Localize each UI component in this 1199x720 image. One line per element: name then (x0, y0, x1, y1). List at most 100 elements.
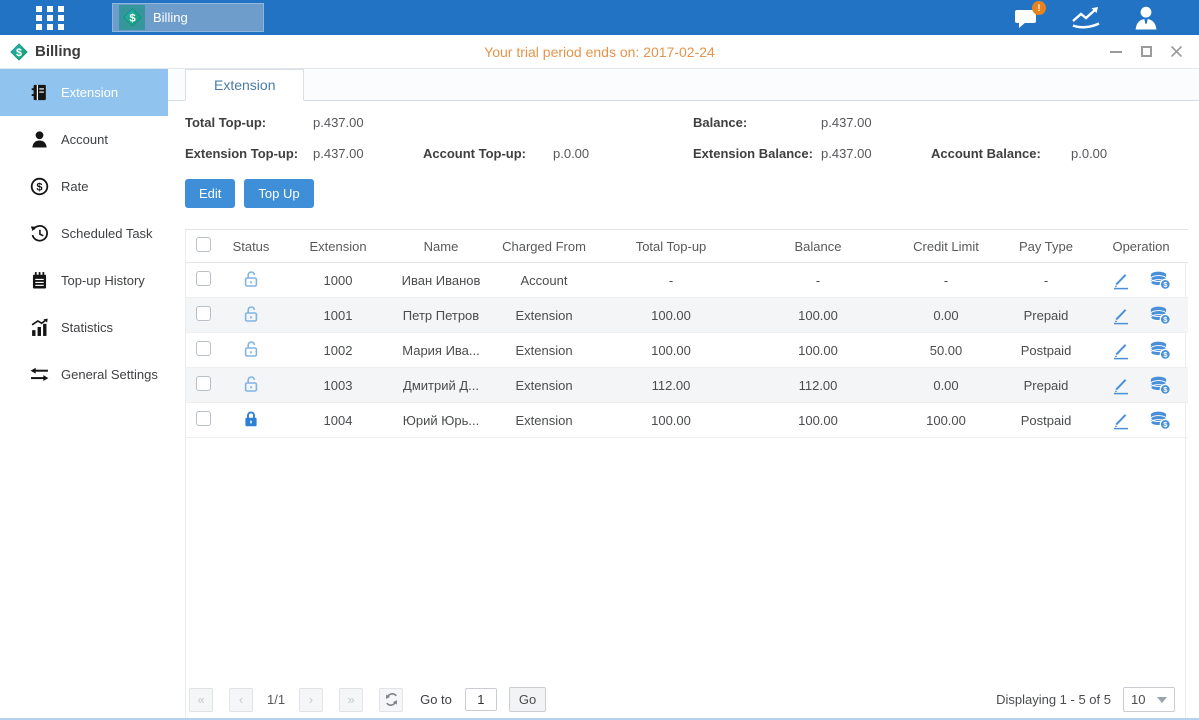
sidebar-item-statistics[interactable]: Statistics (0, 304, 168, 351)
table-row[interactable]: 1002 Мария Ива... Extension 100.00 100.0… (186, 333, 1188, 368)
extension-table: Status Extension Name Charged From Total… (186, 229, 1188, 438)
next-page-button[interactable]: › (299, 688, 323, 712)
table-row[interactable]: 1001 Петр Петров Extension 100.00 100.00… (186, 298, 1188, 333)
col-status: Status (220, 230, 282, 263)
page-size-value: 10 (1131, 692, 1145, 707)
system-topbar: Billing ! (0, 0, 1199, 35)
top-up-coins-icon[interactable] (1149, 375, 1171, 395)
header-select-all[interactable] (186, 230, 220, 263)
chat-button[interactable]: ! (1009, 3, 1043, 33)
first-page-button[interactable]: « (189, 688, 213, 712)
sliders-icon (30, 365, 49, 384)
taskbar-item-label: Billing (153, 10, 188, 25)
main-split: Extension Account $ Rate (0, 69, 1199, 718)
sidebar-item-scheduled-task[interactable]: Scheduled Task (0, 210, 168, 257)
top-up-coins-icon[interactable] (1149, 410, 1171, 430)
window-title-group: Billing (10, 43, 81, 61)
sidebar-item-general-settings[interactable]: General Settings (0, 351, 168, 398)
trial-notice: Your trial period ends on: 2017-02-24 (0, 44, 1199, 60)
balance-value: p.437.00 (821, 115, 931, 130)
cell-extension: 1003 (282, 368, 394, 403)
cell-balance: 100.00 (742, 403, 894, 438)
col-balance: Balance (742, 230, 894, 263)
page-indicator: 1/1 (267, 692, 285, 707)
cell-pay-type: Prepaid (998, 368, 1094, 403)
page-size-select[interactable]: 10 (1123, 687, 1175, 712)
maximize-button[interactable] (1139, 45, 1153, 59)
col-total-topup: Total Top-up (600, 230, 742, 263)
user-account-button[interactable] (1129, 3, 1163, 33)
sidebar-item-rate[interactable]: $ Rate (0, 163, 168, 210)
taskbar-item-billing[interactable]: Billing (112, 3, 264, 32)
table-row[interactable]: 1003 Дмитрий Д... Extension 112.00 112.0… (186, 368, 1188, 403)
sidebar-item-extension[interactable]: Extension (0, 69, 168, 116)
sidebar-item-label: General Settings (61, 367, 158, 382)
edit-pencil-icon[interactable] (1111, 375, 1131, 395)
extension-topup-value: p.437.00 (313, 146, 423, 161)
top-up-coins-icon[interactable] (1149, 305, 1171, 325)
edit-pencil-icon[interactable] (1111, 270, 1131, 290)
cell-credit-limit: 0.00 (894, 298, 998, 333)
col-name: Name (394, 230, 488, 263)
edit-pencil-icon[interactable] (1111, 305, 1131, 325)
top-up-coins-icon[interactable] (1149, 340, 1171, 360)
extension-journal-icon (30, 83, 49, 102)
chevron-down-icon (1157, 697, 1167, 703)
minimize-button[interactable] (1109, 45, 1123, 59)
edit-pencil-icon[interactable] (1111, 410, 1131, 430)
cell-credit-limit: 50.00 (894, 333, 998, 368)
ledger-icon (30, 271, 49, 290)
close-icon (1170, 45, 1183, 58)
pagination-bar: « ‹ 1/1 › » (186, 681, 1185, 718)
sidebar: Extension Account $ Rate (0, 69, 168, 718)
lock-open-icon[interactable] (241, 269, 261, 289)
balance-label: Balance: (693, 115, 821, 130)
edit-pencil-icon[interactable] (1111, 340, 1131, 360)
top-up-coins-icon[interactable] (1149, 270, 1171, 290)
row-checkbox[interactable] (196, 376, 211, 391)
tab-extension[interactable]: Extension (185, 69, 304, 101)
row-checkbox[interactable] (196, 411, 211, 426)
refresh-button[interactable] (379, 688, 403, 712)
sidebar-item-label: Rate (61, 179, 88, 194)
sidebar-item-label: Extension (61, 85, 118, 100)
tab-label: Extension (214, 77, 275, 93)
extension-topup-label: Extension Top-up: (185, 146, 313, 161)
row-checkbox[interactable] (196, 271, 211, 286)
lock-open-icon[interactable] (241, 339, 261, 359)
lock-open-icon[interactable] (241, 374, 261, 394)
close-button[interactable] (1169, 45, 1183, 59)
app-grid-button[interactable] (22, 5, 78, 31)
cell-extension: 1004 (282, 403, 394, 438)
row-checkbox[interactable] (196, 306, 211, 321)
table-header-row: Status Extension Name Charged From Total… (186, 230, 1188, 263)
go-button[interactable]: Go (509, 687, 546, 712)
top-up-button[interactable]: Top Up (244, 179, 313, 208)
sidebar-item-label: Account (61, 132, 108, 147)
goto-label: Go to (420, 692, 452, 707)
row-checkbox[interactable] (196, 341, 211, 356)
bar-chart-icon (30, 318, 49, 337)
sidebar-item-label: Statistics (61, 320, 113, 335)
lock-open-icon[interactable] (241, 304, 261, 324)
edit-button[interactable]: Edit (185, 179, 235, 208)
resource-monitor-button[interactable] (1069, 3, 1103, 33)
extension-balance-label: Extension Balance: (693, 146, 821, 161)
cell-name: Юрий Юрь... (394, 403, 488, 438)
dollar-coin-icon: $ (30, 177, 49, 196)
lock-closed-icon[interactable] (241, 409, 261, 429)
sidebar-item-account[interactable]: Account (0, 116, 168, 163)
goto-page-input[interactable] (465, 688, 497, 711)
cell-total-topup: 100.00 (600, 333, 742, 368)
select-all-checkbox[interactable] (196, 237, 211, 252)
sidebar-item-topup-history[interactable]: Top-up History (0, 257, 168, 304)
last-page-button[interactable]: » (339, 688, 363, 712)
billing-window: Billing ! (0, 0, 1199, 720)
cell-total-topup: 100.00 (600, 403, 742, 438)
cell-balance: 100.00 (742, 298, 894, 333)
prev-page-button[interactable]: ‹ (229, 688, 253, 712)
grid-empty-space (186, 438, 1185, 681)
toolbar: Edit Top Up (185, 179, 1186, 208)
table-row[interactable]: 1004 Юрий Юрь... Extension 100.00 100.00… (186, 403, 1188, 438)
table-row[interactable]: 1000 Иван Иванов Account - - - - (186, 263, 1188, 298)
